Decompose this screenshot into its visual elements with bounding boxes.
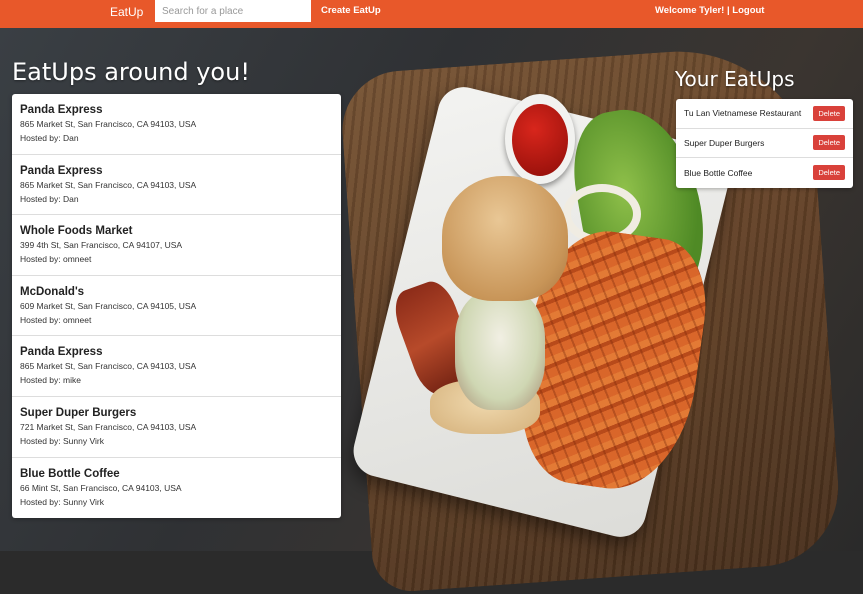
delete-button[interactable]: Delete xyxy=(813,135,845,151)
list-item[interactable]: Panda Express 865 Market St, San Francis… xyxy=(12,94,341,155)
place-address: 609 Market St, San Francisco, CA 94105, … xyxy=(20,300,197,311)
list-item[interactable]: Blue Bottle Coffee 66 Mint St, San Franc… xyxy=(12,458,341,519)
my-place-name[interactable]: Super Duper Burgers xyxy=(684,138,764,148)
place-address: 721 Market St, San Francisco, CA 94103, … xyxy=(20,421,197,432)
place-address: 66 Mint St, San Francisco, CA 94103, USA xyxy=(20,482,182,493)
brand-logo[interactable]: EatUp xyxy=(110,5,143,19)
place-name: Panda Express xyxy=(20,104,103,116)
your-eatups-list: Tu Lan Vietnamese Restaurant Delete Supe… xyxy=(676,99,853,188)
list-item[interactable]: Super Duper Burgers 721 Market St, San F… xyxy=(12,397,341,458)
place-host: Hosted by: mike xyxy=(20,375,81,386)
delete-button[interactable]: Delete xyxy=(813,105,845,121)
coleslaw xyxy=(455,290,545,410)
list-item[interactable]: Panda Express 865 Market St, San Francis… xyxy=(12,336,341,397)
burger-bun xyxy=(442,176,568,301)
list-item[interactable]: Panda Express 865 Market St, San Francis… xyxy=(12,155,341,216)
place-address: 865 Market St, San Francisco, CA 94103, … xyxy=(20,361,197,372)
eatups-around-list: Panda Express 865 Market St, San Francis… xyxy=(12,94,341,519)
place-name: Whole Foods Market xyxy=(20,225,133,238)
my-place-name[interactable]: Blue Bottle Coffee xyxy=(684,168,752,178)
place-host: Hosted by: Dan xyxy=(20,193,79,204)
welcome-text: Welcome Tyler! xyxy=(655,5,725,16)
logout-link[interactable]: Logout xyxy=(732,5,764,16)
list-item[interactable]: Whole Foods Market 399 4th St, San Franc… xyxy=(12,215,341,276)
your-eatups-heading: Your EatUps xyxy=(675,67,795,91)
ketchup xyxy=(512,104,568,176)
place-name: Blue Bottle Coffee xyxy=(20,467,120,480)
place-name: Panda Express xyxy=(20,346,103,359)
place-address: 865 Market St, San Francisco, CA 94103, … xyxy=(20,179,197,190)
search-input[interactable] xyxy=(155,0,311,22)
navbar: EatUp Create EatUp Welcome Tyler! | Logo… xyxy=(0,0,863,28)
list-item: Tu Lan Vietnamese Restaurant Delete xyxy=(676,99,853,129)
place-host: Hosted by: Sunny Virk xyxy=(20,435,104,446)
place-name: McDonald's xyxy=(20,285,85,298)
place-name: Panda Express xyxy=(20,164,103,177)
eatups-around-heading: EatUps around you! xyxy=(12,58,250,86)
place-host: Hosted by: omneet xyxy=(20,314,92,325)
place-address: 865 Market St, San Francisco, CA 94103, … xyxy=(20,119,197,129)
list-item[interactable]: McDonald's 609 Market St, San Francisco,… xyxy=(12,276,341,337)
place-host: Hosted by: Sunny Virk xyxy=(20,496,104,507)
user-nav: Welcome Tyler! | Logout xyxy=(655,5,764,16)
place-host: Hosted by: Dan xyxy=(20,133,79,143)
list-item: Super Duper Burgers Delete xyxy=(676,129,853,159)
list-item: Blue Bottle Coffee Delete xyxy=(676,158,853,188)
delete-button[interactable]: Delete xyxy=(813,165,845,181)
my-place-name[interactable]: Tu Lan Vietnamese Restaurant xyxy=(684,108,801,118)
place-address: 399 4th St, San Francisco, CA 94107, USA xyxy=(20,240,183,251)
create-eatup-link[interactable]: Create EatUp xyxy=(321,5,381,16)
place-name: Super Duper Burgers xyxy=(20,406,137,419)
place-host: Hosted by: omneet xyxy=(20,254,92,265)
